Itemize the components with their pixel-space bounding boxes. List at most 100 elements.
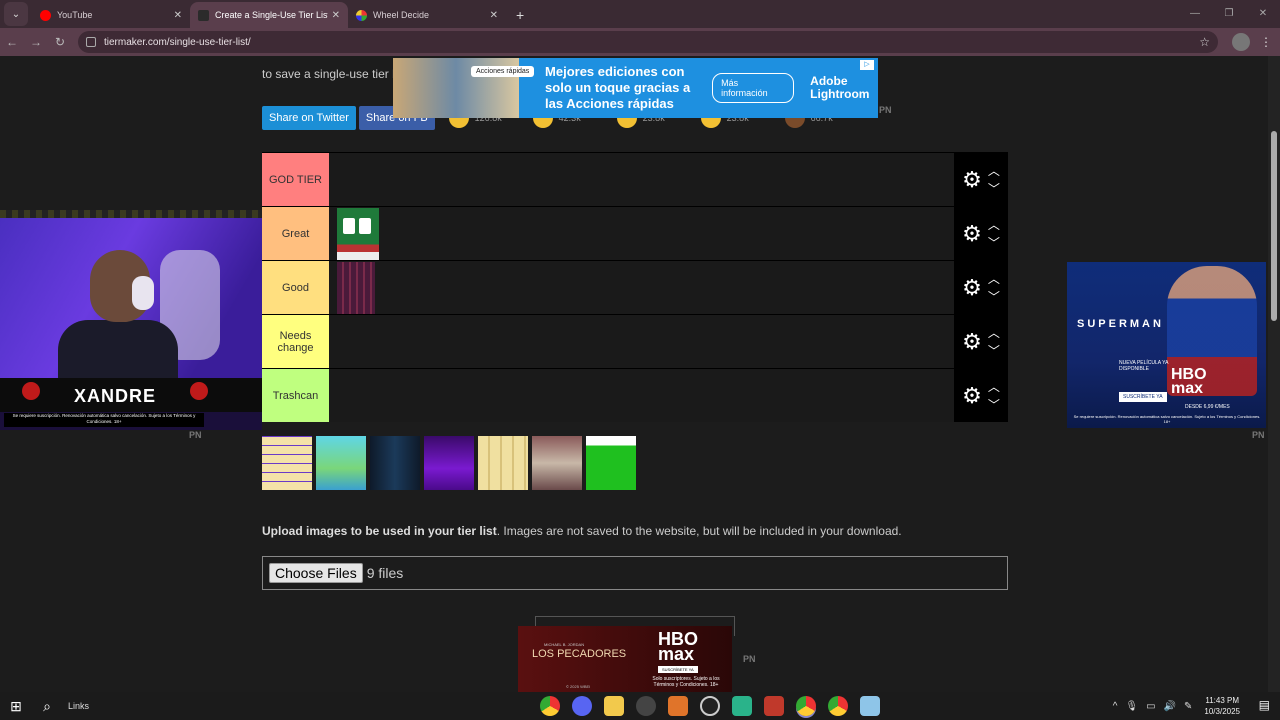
cam-frame (0, 210, 262, 218)
tier-drop-zone[interactable] (329, 315, 954, 368)
file-explorer-icon[interactable] (604, 696, 624, 716)
taskbar-clock[interactable]: 11:43 PM 10/3/2025 (1204, 695, 1240, 717)
tab-tiermaker[interactable]: Create a Single-Use Tier List (P ✕ (190, 2, 348, 28)
volume-icon[interactable]: 🔊 (1164, 701, 1176, 712)
tab-search-button[interactable]: ⌄ (4, 2, 28, 26)
share-twitter-button[interactable]: Share on Twitter (262, 106, 356, 130)
file-count: 9 files (366, 565, 404, 581)
tier-drop-zone[interactable] (329, 153, 954, 206)
tier-item-solitaire[interactable] (337, 207, 379, 260)
hbo-max-logo: HBO max (658, 629, 698, 664)
chevron-up-icon[interactable]: ︿ (988, 324, 1000, 342)
taskbar-apps (534, 696, 886, 716)
gear-icon[interactable]: ⚙ (962, 167, 982, 193)
browser-menu-icon[interactable]: ⋮ (1260, 35, 1272, 49)
back-arrow-icon[interactable]: ← (0, 35, 24, 49)
chevron-down-icon[interactable]: ﹀ (988, 180, 1000, 198)
address-bar[interactable]: tiermaker.com/single-use-tier-list/ ☆ (78, 31, 1218, 53)
pool-item-green-solitaire[interactable] (586, 436, 636, 490)
cam-legal: Se requiere suscripción. Renovación auto… (4, 413, 204, 427)
chevron-down-icon[interactable]: ﹀ (988, 342, 1000, 360)
maximize-icon[interactable]: ❐ (1212, 0, 1246, 28)
upload-instructions: Upload images to be used in your tier li… (262, 524, 902, 538)
pool-item-purple-game[interactable] (424, 436, 474, 490)
ad-cta-button[interactable]: SUSCRÍBETE YA (1119, 392, 1167, 402)
close-tab-icon[interactable]: ✕ (174, 10, 182, 21)
ad-legal: Se requiere suscripción. Renovación auto… (1073, 414, 1261, 424)
ad-copyright: © 2025 WBEI (566, 684, 591, 689)
ad-banner-bottom[interactable]: MICHAEL B. JORDAN LOS PECADORES HBO max … (518, 626, 732, 692)
app-orange-icon[interactable] (668, 696, 688, 716)
gear-icon[interactable]: ⚙ (962, 275, 982, 301)
minimize-icon[interactable]: — (1178, 0, 1212, 28)
chrome-alt-icon[interactable] (828, 696, 848, 716)
ad-banner-right[interactable]: SUPERMAN NUEVA PELÍCULA YA DISPONIBLE HB… (1067, 262, 1266, 428)
chrome-icon[interactable] (540, 696, 560, 716)
gear-icon[interactable]: ⚙ (962, 221, 982, 247)
ad-headline: Mejores ediciones con solo un toque grac… (545, 64, 691, 111)
tab-youtube[interactable]: YouTube ✕ (32, 2, 190, 28)
gear-icon[interactable]: ⚙ (962, 383, 982, 409)
choose-files-button[interactable]: Choose Files (269, 563, 363, 583)
obs-icon[interactable] (700, 696, 720, 716)
chevron-down-icon[interactable]: ﹀ (988, 396, 1000, 414)
pool-item-candy-game[interactable] (316, 436, 366, 490)
app-red-icon[interactable] (764, 696, 784, 716)
ad-cta-button[interactable]: SUSCRÍBETE YA (658, 666, 698, 673)
chevron-up-icon[interactable]: ︿ (988, 270, 1000, 288)
app-green-icon[interactable] (732, 696, 752, 716)
hbo-max-logo: HBO max (1171, 366, 1207, 397)
adchoices-icon[interactable]: ▷ (860, 60, 874, 70)
ad-banner-top[interactable]: Acciones rápidas Mejores ediciones con s… (393, 58, 878, 118)
site-info-icon[interactable] (86, 37, 96, 47)
profile-avatar-icon[interactable] (1232, 33, 1250, 51)
notification-icon[interactable]: ▤ (1259, 698, 1270, 712)
tier-drop-zone[interactable] (329, 207, 954, 260)
ad-subtitle: NUEVA PELÍCULA YA DISPONIBLE (1119, 360, 1169, 372)
tier-label[interactable]: Trashcan (262, 369, 329, 422)
chevron-down-icon[interactable]: ﹀ (988, 288, 1000, 306)
pool-item-kitchen-scene[interactable] (532, 436, 582, 490)
pool-item-dark-pillars[interactable] (370, 436, 420, 490)
forward-arrow-icon[interactable]: → (24, 35, 48, 49)
tab-wheel-decide[interactable]: Wheel Decide ✕ (348, 2, 506, 28)
network-icon[interactable]: ▭ (1146, 701, 1155, 712)
pool-item-bowling-lanes[interactable] (478, 436, 528, 490)
close-window-icon[interactable]: ✕ (1246, 0, 1280, 28)
tier-label[interactable]: GOD TIER (262, 153, 329, 206)
tier-label[interactable]: Needs change (262, 315, 329, 368)
chevron-up-icon[interactable]: ︿ (988, 216, 1000, 234)
tier-label[interactable]: Good (262, 261, 329, 314)
reload-icon[interactable]: ↻ (48, 35, 72, 49)
chevron-down-icon[interactable]: ﹀ (988, 234, 1000, 252)
tier-item-purple-grid[interactable] (337, 261, 375, 314)
tier-row-god: GOD TIER ⚙ ︿ ﹀ (262, 152, 1008, 206)
tier-drop-zone[interactable] (329, 261, 954, 314)
gear-icon[interactable]: ⚙ (962, 329, 982, 355)
search-icon[interactable]: ⌕ (32, 698, 62, 715)
chevron-up-icon[interactable]: ︿ (988, 378, 1000, 396)
new-tab-icon[interactable]: + (516, 7, 524, 23)
page-scrollbar[interactable] (1268, 56, 1280, 692)
bookmark-star-icon[interactable]: ☆ (1199, 35, 1210, 49)
tray-chevron-icon[interactable]: ^ (1113, 701, 1118, 712)
scrollbar-thumb[interactable] (1271, 131, 1277, 321)
davinci-icon[interactable] (636, 696, 656, 716)
unranked-pool[interactable] (262, 436, 640, 490)
close-tab-icon[interactable]: ✕ (332, 10, 340, 21)
pen-icon[interactable]: ✎ (1184, 701, 1192, 712)
close-tab-icon[interactable]: ✕ (490, 10, 498, 21)
chrome-profile-icon[interactable] (796, 696, 816, 716)
ad-cta-button[interactable]: Más información (712, 73, 795, 103)
tier-label[interactable]: Great (262, 207, 329, 260)
tier-row-great: Great ⚙ ︿ ﹀ (262, 206, 1008, 260)
app-blue-icon[interactable] (860, 696, 880, 716)
windows-start-icon[interactable]: ⊞ (0, 698, 32, 715)
tier-drop-zone[interactable] (329, 369, 954, 422)
pool-item-number-puzzle[interactable] (262, 436, 312, 490)
taskbar-search-label[interactable]: Links (68, 701, 89, 711)
discord-icon[interactable] (572, 696, 592, 716)
chevron-up-icon[interactable]: ︿ (988, 162, 1000, 180)
wheel-favicon-icon (356, 9, 367, 21)
microphone-icon[interactable]: 🎙 (1125, 701, 1138, 712)
